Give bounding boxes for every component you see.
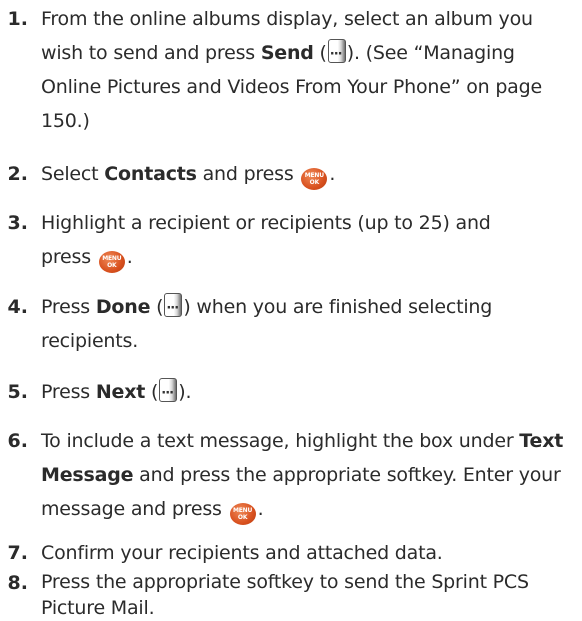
menu-ok-key-icon: MENU OK <box>229 503 256 525</box>
menu-ok-key-icon: MENU OK <box>98 251 125 273</box>
step-text-part: . <box>126 246 133 268</box>
send-label: Send <box>260 42 314 64</box>
softkey-icon <box>164 292 183 326</box>
step-number: 6. <box>7 430 28 452</box>
step-number: 5. <box>7 381 28 403</box>
done-label: Done <box>95 296 151 318</box>
menu-ok-key-icon: MENU OK <box>301 168 328 190</box>
step-text-part: Select <box>41 163 105 185</box>
step-number: 4. <box>7 296 28 318</box>
step-text-part: To include a text message, highlight the… <box>41 430 520 452</box>
step-number: 2. <box>7 163 28 185</box>
step-number: 7. <box>7 542 28 564</box>
step-text-part: . <box>329 163 336 185</box>
softkey-icon <box>327 38 346 72</box>
step-number: 8. <box>7 572 28 594</box>
step-number: 3. <box>7 212 28 234</box>
softkey-icon <box>159 377 178 411</box>
step-text: To include a text message, highlight the… <box>41 424 576 526</box>
step-text-part: . <box>257 498 264 520</box>
step-text-part: Confirm your recipients and attached dat… <box>41 542 443 564</box>
step-text: From the online albums display, select a… <box>41 2 576 138</box>
step-text: Select Contacts and press MENU OK. <box>41 157 576 191</box>
step-number: 1. <box>7 8 28 30</box>
step-text: Press Done () when you are finished sele… <box>41 290 576 358</box>
step-text-part: and press <box>196 163 300 185</box>
step-text: Press Next (). <box>41 375 576 411</box>
next-label: Next <box>95 381 146 403</box>
contacts-label: Contacts <box>104 163 197 185</box>
step-text-part: ( <box>145 381 159 403</box>
step-text-part: Press <box>41 381 96 403</box>
step-text: Press the appropriate softkey to send th… <box>41 569 576 621</box>
step-text: Confirm your recipients and attached dat… <box>41 536 576 570</box>
step-text-part: ). <box>346 42 360 64</box>
step-text-part: Press the appropriate softkey to send th… <box>41 571 529 619</box>
step-text-part: ( <box>150 296 164 318</box>
step-text-part: ). <box>178 381 192 403</box>
step-text: Highlight a recipient or recipients (up … <box>41 206 511 274</box>
step-text-part: Press <box>41 296 96 318</box>
step-text-part: ( <box>313 42 327 64</box>
